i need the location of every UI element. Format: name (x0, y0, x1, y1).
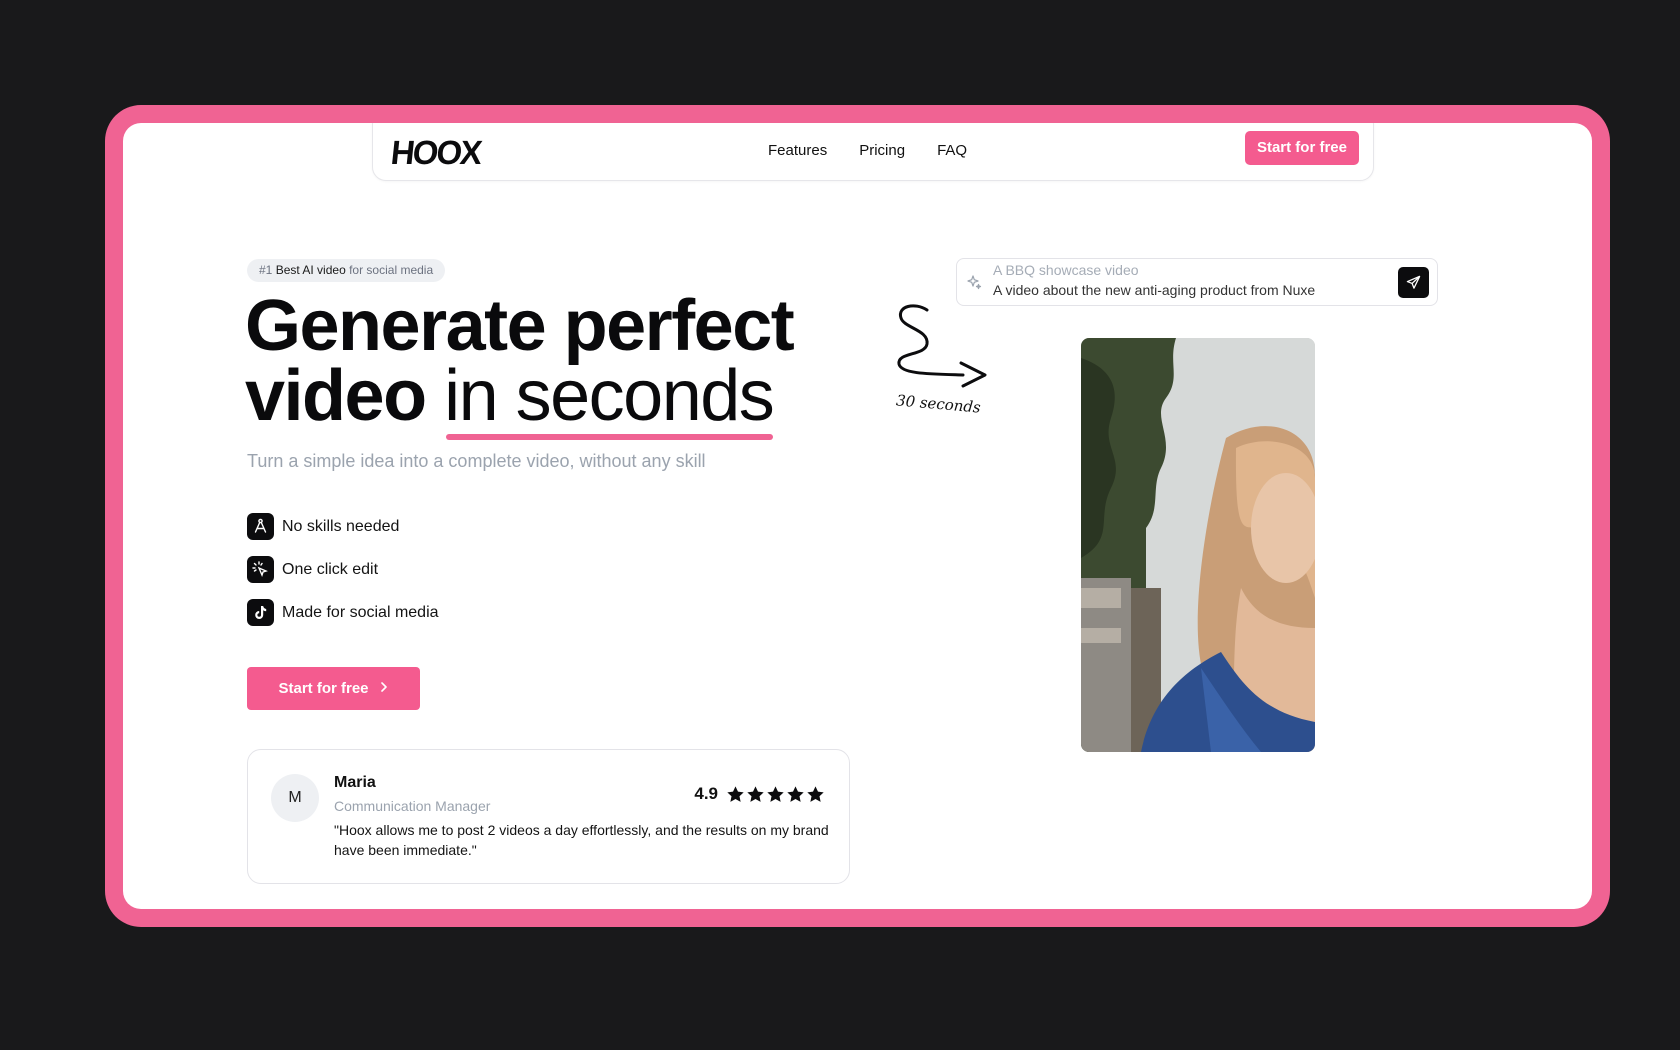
prompt-box[interactable]: A BBQ showcase video A video about the n… (956, 258, 1438, 306)
star-icon (787, 785, 804, 802)
star-icon (727, 785, 744, 802)
tiktok-icon (247, 599, 274, 626)
nav-links: Features Pricing FAQ (768, 142, 967, 159)
feature-item: Made for social media (247, 599, 439, 626)
hero-subtitle: Turn a simple idea into a complete video… (247, 451, 706, 471)
badge-suffix: for social media (349, 263, 434, 277)
top-navbar: HOOX Features Pricing FAQ Start for free (372, 123, 1374, 181)
feature-item: One click edit (247, 556, 439, 583)
hero-title-video: video (245, 356, 427, 436)
rating-score: 4.9 (694, 784, 718, 803)
sparkle-icon (966, 274, 982, 295)
testimonial-role: Communication Manager (334, 798, 491, 814)
send-icon (1406, 275, 1421, 289)
landing-page: HOOX Features Pricing FAQ Start for free… (123, 123, 1592, 909)
star-icon (767, 785, 784, 802)
title-underline (446, 434, 774, 440)
testimonial-name: Maria (334, 774, 376, 791)
hero-title-line1: Generate perfect (245, 286, 795, 366)
squiggle-arrow-icon (897, 304, 987, 388)
send-button[interactable] (1398, 267, 1429, 298)
badge-rank: #1 (259, 263, 273, 277)
star-rating (726, 785, 825, 804)
testimonial-quote: "Hoox allows me to post 2 videos a day e… (334, 822, 829, 858)
hero-title: Generate perfect video in seconds (245, 286, 795, 440)
hero-title-line2: video in seconds (245, 360, 793, 440)
video-thumbnail (1081, 338, 1315, 752)
prompt-placeholder: A BBQ showcase video (993, 262, 1139, 278)
avatar: M (271, 774, 319, 822)
nav-link-pricing[interactable]: Pricing (859, 142, 905, 159)
video-preview[interactable] (1081, 338, 1315, 752)
hoox-logo[interactable]: HOOX (389, 134, 482, 173)
star-icon (747, 785, 764, 802)
hero-start-label: Start for free (278, 680, 369, 697)
hero-title-seconds: in seconds (444, 356, 775, 440)
hero-badge: #1 Best AI video for social media (247, 259, 446, 282)
feature-label: No skills needed (282, 517, 400, 535)
magic-click-icon (247, 556, 274, 583)
prompt-input[interactable]: A video about the new anti-aging product… (993, 282, 1315, 298)
nav-start-button[interactable]: Start for free (1244, 131, 1359, 165)
feature-list: No skills needed One click edit Made for… (247, 513, 439, 642)
feature-label: Made for social media (282, 603, 439, 621)
badge-main: Best AI video (275, 263, 346, 277)
feature-item: No skills needed (247, 513, 439, 540)
feature-label: One click edit (282, 560, 379, 578)
star-icon (807, 785, 824, 802)
testimonial-card: M Maria Communication Manager 4.9 "Hoox … (247, 749, 850, 884)
hero-start-button[interactable]: Start for free (247, 667, 420, 710)
chevron-right-icon (379, 680, 389, 697)
compass-icon (247, 513, 274, 540)
nav-link-features[interactable]: Features (768, 142, 827, 159)
nav-link-faq[interactable]: FAQ (937, 142, 967, 159)
testimonial-rating: 4.9 (694, 784, 825, 804)
